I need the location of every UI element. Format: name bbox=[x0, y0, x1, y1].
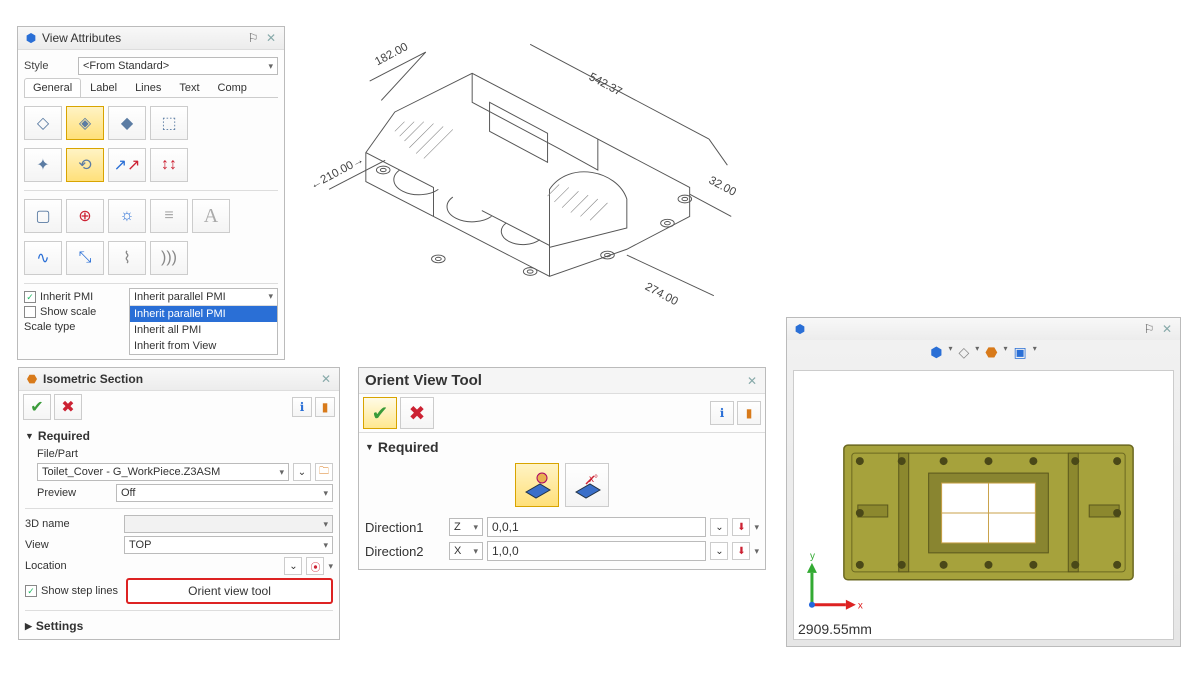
accept-button[interactable]: ✔ bbox=[23, 394, 51, 420]
font-icon[interactable]: A bbox=[192, 199, 230, 233]
orient-view-tool-button[interactable]: Orient view tool bbox=[126, 578, 333, 604]
pin-icon[interactable]: ⚐ bbox=[1142, 322, 1156, 336]
tab-label[interactable]: Label bbox=[81, 78, 126, 97]
chevron-down-icon[interactable]: ⌄ bbox=[710, 542, 728, 560]
chevron-down-icon[interactable]: ⌄ bbox=[710, 518, 728, 536]
3dname-label: 3D name bbox=[25, 518, 120, 530]
section-required[interactable]: Required bbox=[25, 427, 333, 445]
tab-general[interactable]: General bbox=[24, 78, 81, 97]
view-label: View bbox=[25, 539, 120, 551]
filepart-label: File/Part bbox=[37, 448, 78, 460]
coord-readout: 2909.55mm bbox=[798, 621, 872, 637]
tab-lines[interactable]: Lines bbox=[126, 78, 170, 97]
close-icon[interactable]: ✕ bbox=[745, 374, 759, 388]
pick-icon[interactable]: ⬇ bbox=[732, 518, 750, 536]
tab-comp[interactable]: Comp bbox=[209, 78, 256, 97]
shaded-icon[interactable]: ⬣ bbox=[985, 344, 997, 361]
tab-text[interactable]: Text bbox=[170, 78, 208, 97]
spring-icon[interactable]: ⌇ bbox=[108, 241, 146, 275]
tabs: General Label Lines Text Comp bbox=[24, 78, 278, 98]
dir1-input[interactable]: 0,0,1 bbox=[487, 517, 706, 537]
panel-title: Orient View Tool bbox=[365, 372, 741, 389]
list-item[interactable]: Inherit parallel PMI bbox=[130, 306, 277, 322]
isometric-drawing: 182.00 542.37 32.00 274.00 ←210.00→ bbox=[300, 25, 770, 315]
svg-text:x: x bbox=[858, 601, 863, 612]
arrows1-icon[interactable]: ↗↗ bbox=[108, 148, 146, 182]
chevron-down-icon[interactable]: ⌄ bbox=[284, 557, 302, 575]
cancel-button[interactable]: ✖ bbox=[54, 394, 82, 420]
cancel-button[interactable]: ✖ bbox=[400, 397, 434, 429]
close-icon[interactable]: ✕ bbox=[1160, 322, 1174, 336]
show-scale-label: Show scale bbox=[40, 306, 96, 318]
dim-210: ←210.00→ bbox=[308, 153, 366, 192]
show-step-checkbox[interactable] bbox=[25, 585, 37, 597]
section-settings[interactable]: Settings bbox=[25, 617, 333, 635]
style-dropdown[interactable]: <From Standard> bbox=[78, 57, 278, 75]
close-icon[interactable]: ✕ bbox=[319, 372, 333, 386]
gear-icon[interactable]: ☼ bbox=[108, 199, 146, 233]
wire-icon[interactable]: ◇ bbox=[958, 344, 969, 361]
3dname-dropdown[interactable] bbox=[124, 515, 333, 533]
folder-icon[interactable]: 🗀 bbox=[315, 463, 333, 481]
preview-label: Preview bbox=[37, 487, 112, 499]
pick-point-icon[interactable]: ⦿ bbox=[306, 557, 324, 575]
box-icon[interactable]: ▢ bbox=[24, 199, 62, 233]
wave-icon[interactable]: ∿ bbox=[24, 241, 62, 275]
app-icon: ⬢ bbox=[793, 322, 807, 336]
location-label: Location bbox=[25, 560, 120, 572]
section-required[interactable]: Required bbox=[365, 437, 759, 457]
panel-title: View Attributes bbox=[42, 31, 242, 45]
ladder-icon[interactable]: ≡ bbox=[150, 199, 188, 233]
inherit-pmi-label: Inherit PMI bbox=[40, 291, 93, 303]
dim-182: 182.00 bbox=[373, 40, 410, 68]
filepart-dropdown[interactable]: Toilet_Cover - G_WorkPiece.Z3ASM bbox=[37, 463, 289, 481]
scale-type-label: Scale type bbox=[24, 321, 75, 333]
rotate-icon[interactable]: ⟲ bbox=[66, 148, 104, 182]
close-icon[interactable]: ✕ bbox=[264, 31, 278, 45]
dim-32: 32.00 bbox=[707, 174, 739, 199]
svg-text:y: y bbox=[810, 551, 815, 562]
dir2-axis-dropdown[interactable]: X bbox=[449, 542, 483, 560]
panel-title: Isometric Section bbox=[43, 372, 315, 386]
help-button[interactable]: ▮ bbox=[737, 401, 761, 425]
hatch-icon[interactable]: ))) bbox=[150, 241, 188, 275]
cube-icon: ⬣ bbox=[25, 372, 39, 386]
style-label: Style bbox=[24, 60, 74, 72]
view-wire-icon[interactable]: ◇ bbox=[24, 106, 62, 140]
show-step-label: Show step lines bbox=[41, 585, 118, 597]
inherit-pmi-checkbox[interactable] bbox=[24, 291, 36, 303]
pin-icon[interactable]: ⚐ bbox=[246, 31, 260, 45]
model-view[interactable]: y x bbox=[794, 371, 1173, 639]
dir1-label: Direction1 bbox=[365, 520, 445, 535]
pmi-list[interactable]: Inherit parallel PMI▾ Inherit parallel P… bbox=[129, 288, 278, 355]
preview-dropdown[interactable]: Off bbox=[116, 484, 333, 502]
cube-icon: ⬢ bbox=[24, 31, 38, 45]
dim-542: 542.37 bbox=[587, 70, 624, 98]
axis-icon[interactable]: ⤡ bbox=[66, 241, 104, 275]
chevron-down-icon[interactable]: ⌄ bbox=[293, 463, 311, 481]
view-iso-icon[interactable]: ⬚ bbox=[150, 106, 188, 140]
list-item[interactable]: Inherit from View bbox=[130, 338, 277, 354]
display-mode-icon[interactable]: ⬢ bbox=[930, 344, 942, 361]
coord-icon[interactable]: ✦ bbox=[24, 148, 62, 182]
list-item[interactable]: Inherit all PMI bbox=[130, 322, 277, 338]
dir2-input[interactable]: 1,0,0 bbox=[487, 541, 706, 561]
dir2-label: Direction2 bbox=[365, 544, 445, 559]
orient-angle-icon[interactable]: x° bbox=[565, 463, 609, 507]
info-button[interactable]: ℹ bbox=[292, 397, 312, 417]
info-button[interactable]: ℹ bbox=[710, 401, 734, 425]
view-solid-icon[interactable]: ◆ bbox=[108, 106, 146, 140]
accept-button[interactable]: ✔ bbox=[363, 397, 397, 429]
help-button[interactable]: ▮ bbox=[315, 397, 335, 417]
target-icon[interactable]: ⊕ bbox=[66, 199, 104, 233]
arrows2-icon[interactable]: ↕↕ bbox=[150, 148, 188, 182]
view-shaded-icon[interactable]: ◈ bbox=[66, 106, 104, 140]
dim-274: 274.00 bbox=[643, 280, 680, 308]
pick-icon[interactable]: ⬇ bbox=[732, 542, 750, 560]
section-icon[interactable]: ▣ bbox=[1014, 344, 1027, 361]
dir1-axis-dropdown[interactable]: Z bbox=[449, 518, 483, 536]
orient-plane-icon[interactable] bbox=[515, 463, 559, 507]
show-scale-checkbox[interactable] bbox=[24, 306, 36, 318]
view-dropdown[interactable]: TOP bbox=[124, 536, 333, 554]
